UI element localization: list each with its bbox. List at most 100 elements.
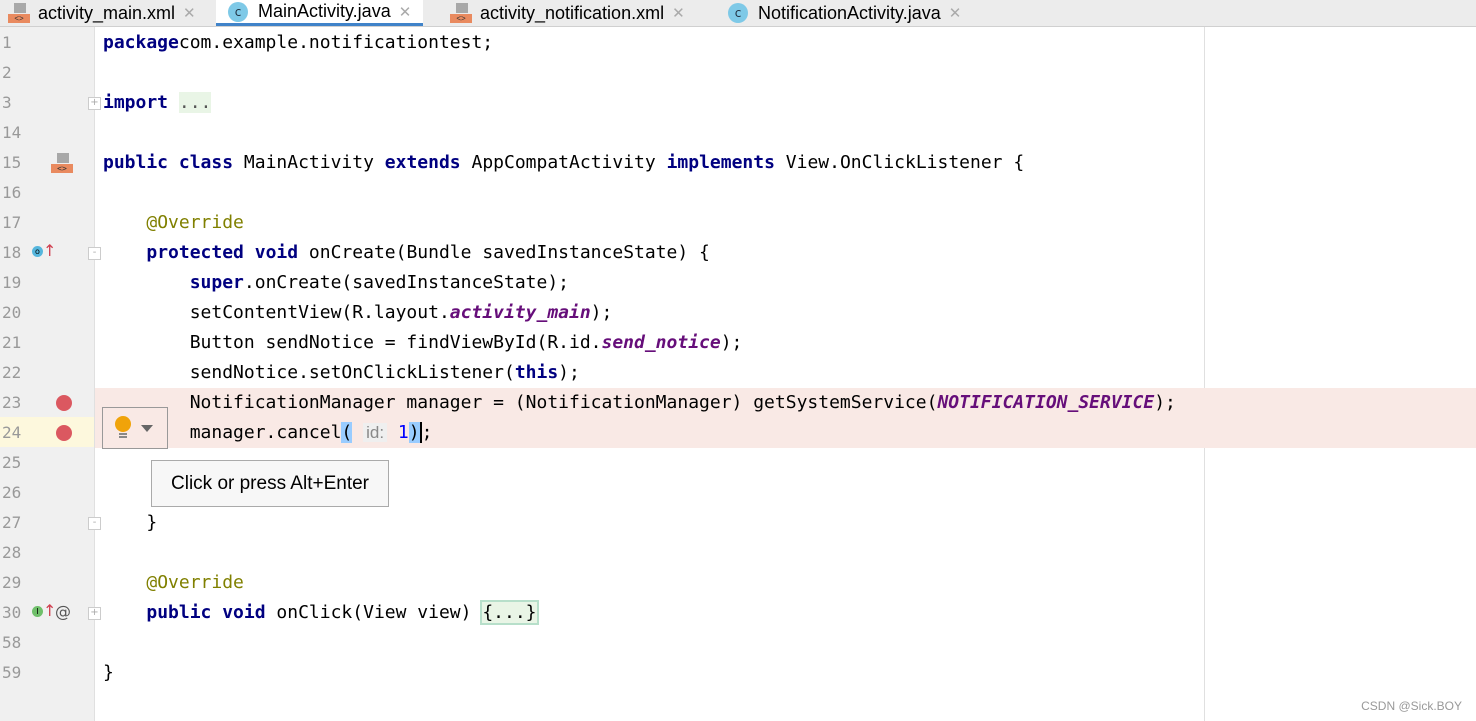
code-line[interactable]: 3 import ... — [0, 88, 1476, 118]
tab-notificationactivity-java[interactable]: c NotificationActivity.java ✕ — [728, 0, 961, 26]
tab-activity-notification-xml[interactable]: <> activity_notification.xml ✕ — [450, 0, 685, 26]
watermark: CSDN @Sick.BOY — [1361, 699, 1462, 713]
code-token: AppCompatActivity — [471, 152, 667, 173]
code-token: } — [103, 512, 158, 533]
at-sign-icon[interactable]: @ — [55, 602, 71, 621]
close-icon[interactable]: ✕ — [183, 4, 196, 22]
code-line[interactable]: 28 — [0, 538, 1476, 568]
code-line[interactable]: 20 setContentView(R.layout.activity_main… — [0, 298, 1476, 328]
fold-end-icon[interactable]: - — [88, 517, 101, 530]
code-line[interactable]: 29 @Override — [0, 568, 1476, 598]
code-line[interactable]: 23 NotificationManager manager = (Notifi… — [0, 388, 1476, 418]
intention-actions-button[interactable] — [102, 407, 168, 449]
code-text: public void onClick(View view) {...} — [103, 598, 539, 628]
line-number: 27 — [2, 513, 22, 532]
code-token: sendNotice.setOnClickListener( — [103, 362, 515, 383]
code-token: onCreate(Bundle savedInstanceState) { — [308, 242, 710, 263]
code-line[interactable]: 30 public void onClick(View view) {...} — [0, 598, 1476, 628]
xml-layout-icon: <> — [450, 3, 472, 23]
tab-activity-main-xml[interactable]: <> activity_main.xml ✕ — [8, 0, 196, 26]
fold-collapse-icon[interactable]: - — [88, 247, 101, 260]
chevron-down-icon — [141, 425, 153, 432]
code-token: NotificationManager manager = (Notificat… — [103, 392, 938, 413]
code-token: import — [103, 92, 169, 113]
code-text: setContentView(R.layout.activity_main); — [103, 298, 613, 328]
code-line[interactable]: 22 sendNotice.setOnClickListener(this); — [0, 358, 1476, 388]
line-number: 20 — [2, 303, 22, 322]
line-number: 28 — [2, 543, 22, 562]
code-line[interactable]: 16 — [0, 178, 1476, 208]
code-text: sendNotice.setOnClickListener(this); — [103, 358, 580, 388]
code-token: package — [103, 32, 179, 53]
code-text: super.onCreate(savedInstanceState); — [103, 268, 569, 298]
folded-code[interactable]: ... — [178, 92, 212, 113]
tab-label: activity_notification.xml — [480, 2, 665, 23]
line-number: 14 — [2, 123, 22, 142]
code-line[interactable]: 1 packagecom.example.notificationtest; — [0, 28, 1476, 58]
line-number: 24 — [2, 423, 22, 442]
code-line[interactable]: 59} — [0, 658, 1476, 688]
code-text: } — [103, 658, 114, 688]
java-class-icon: c — [228, 1, 248, 22]
code-line[interactable]: 18 protected void onCreate(Bundle savedI… — [0, 238, 1476, 268]
close-icon[interactable]: ✕ — [672, 4, 685, 22]
code-line[interactable]: 24 manager.cancel( id: 1); — [0, 418, 1476, 448]
arrow-up-icon: ↑ — [43, 241, 57, 260]
code-text: NotificationManager manager = (Notificat… — [103, 388, 1176, 418]
code-token: MainActivity — [243, 152, 385, 173]
code-token: .onCreate(savedInstanceState); — [243, 272, 569, 293]
code-text: import ... — [103, 88, 212, 118]
tab-label: NotificationActivity.java — [758, 2, 941, 23]
code-token: setContentView(R.layout. — [103, 302, 450, 323]
line-number: 17 — [2, 213, 22, 232]
code-line[interactable]: 21 Button sendNotice = findViewById(R.id… — [0, 328, 1476, 358]
editor-tab-bar: <> activity_main.xml ✕ c MainActivity.jav… — [0, 0, 1476, 27]
code-token: ); — [590, 302, 613, 323]
line-number: 59 — [2, 663, 22, 682]
code-line[interactable]: 15 public class MainActivity extends AppC… — [0, 148, 1476, 178]
tab-label: MainActivity.java — [258, 1, 391, 21]
line-number: 2 — [2, 63, 12, 82]
close-icon[interactable]: ✕ — [399, 3, 412, 21]
code-token: this — [514, 362, 559, 383]
xml-layout-icon: <> — [8, 3, 30, 23]
line-number: 3 — [2, 93, 12, 112]
breakpoint-icon[interactable] — [56, 395, 72, 411]
code-token: send_notice — [601, 332, 721, 353]
implement-method-icon[interactable]: I — [32, 606, 43, 617]
code-line[interactable]: 14 — [0, 118, 1476, 148]
tab-mainactivity-java[interactable]: c MainActivity.java ✕ — [216, 0, 424, 26]
intention-tooltip: Click or press Alt+Enter — [151, 460, 389, 507]
code-line[interactable]: 19 super.onCreate(savedInstanceState); — [0, 268, 1476, 298]
override-method-icon[interactable]: o — [32, 246, 43, 257]
fold-expand-icon[interactable]: + — [88, 607, 101, 620]
code-token: protected void — [146, 242, 309, 263]
line-number: 23 — [2, 393, 22, 412]
code-line[interactable]: 17 @Override — [0, 208, 1476, 238]
line-number: 18 — [2, 243, 22, 262]
code-token: ( — [341, 422, 353, 443]
line-number: 25 — [2, 453, 22, 472]
fold-expand-icon[interactable]: + — [88, 97, 101, 110]
code-line[interactable]: 58 — [0, 628, 1476, 658]
folded-code[interactable]: {...} — [480, 600, 539, 625]
code-token: View.OnClickListener { — [785, 152, 1025, 173]
breakpoint-icon[interactable] — [56, 425, 72, 441]
code-text: packagecom.example.notificationtest; — [103, 28, 493, 58]
code-token: } — [103, 662, 114, 683]
code-text: protected void onCreate(Bundle savedInst… — [103, 238, 710, 268]
code-text: } — [103, 508, 157, 538]
close-icon[interactable]: ✕ — [949, 4, 962, 22]
code-token: ); — [720, 332, 743, 353]
related-layout-icon[interactable]: <> — [51, 153, 73, 173]
line-number: 19 — [2, 273, 22, 292]
code-line[interactable]: 27 } — [0, 508, 1476, 538]
code-text: @Override — [103, 568, 244, 598]
code-text: public class MainActivity extends AppCom… — [103, 148, 1024, 178]
line-number: 29 — [2, 573, 22, 592]
code-line[interactable]: 2 — [0, 58, 1476, 88]
